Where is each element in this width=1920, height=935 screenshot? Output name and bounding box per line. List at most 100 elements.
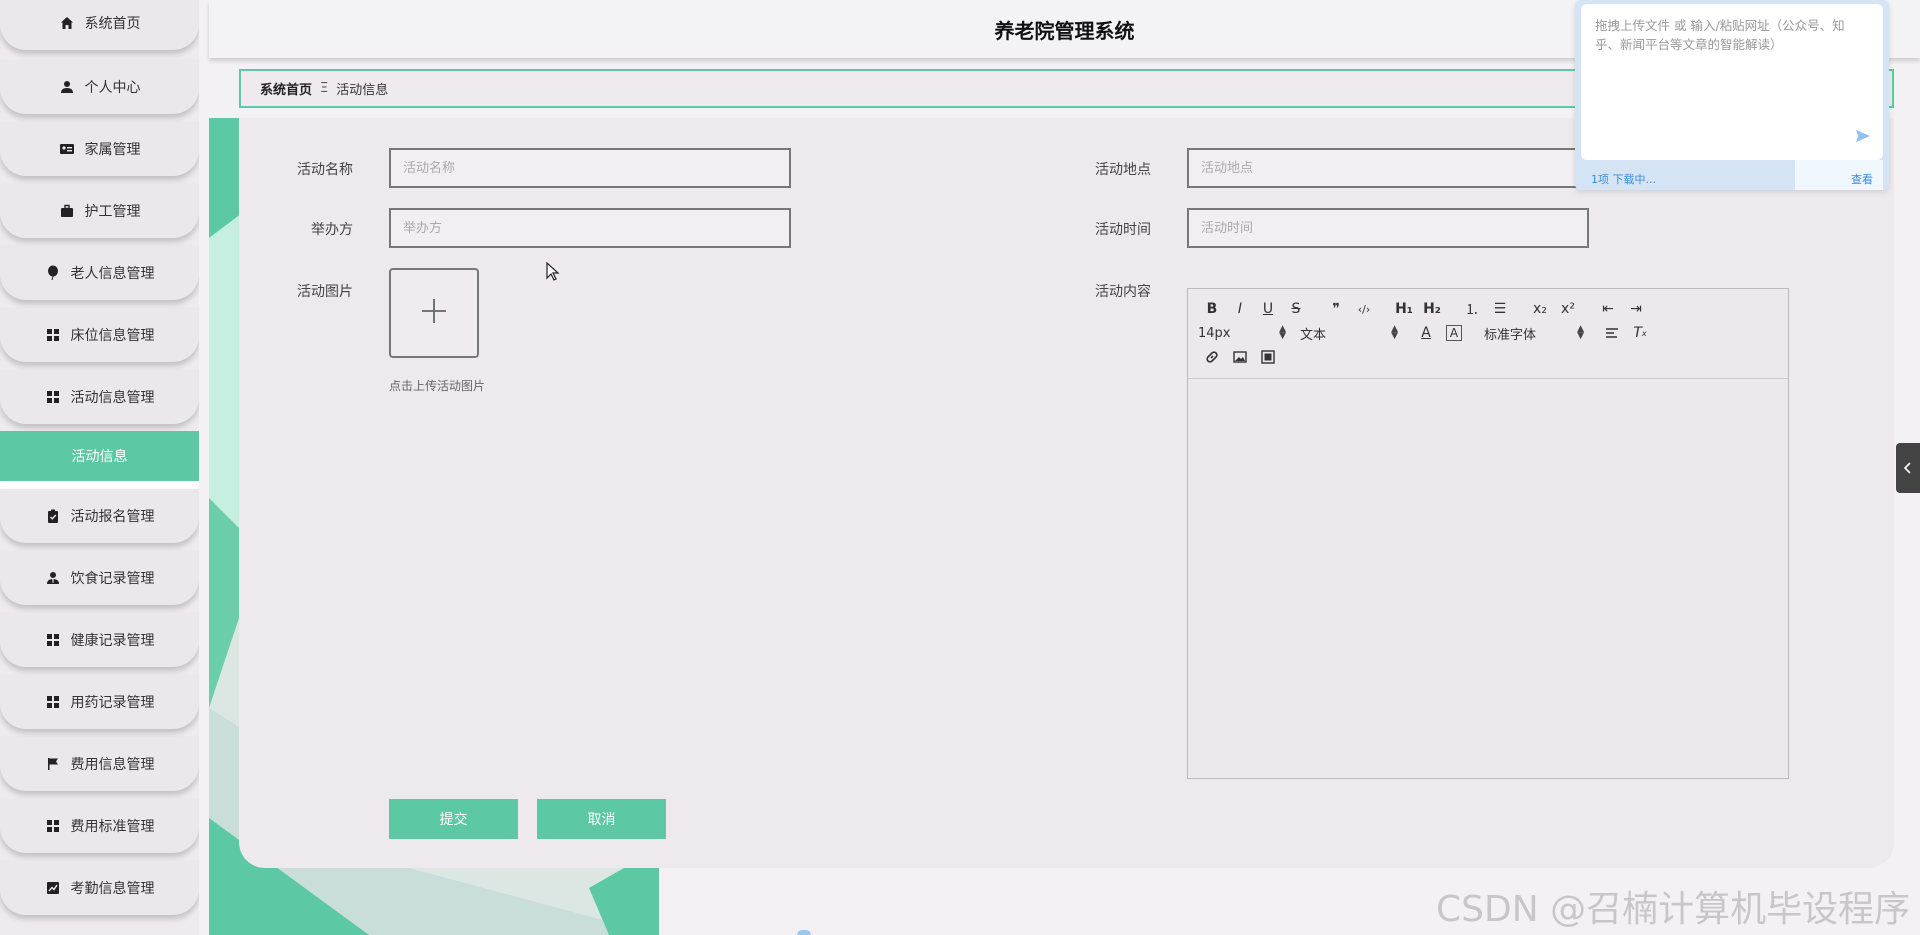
underline-icon[interactable]: U bbox=[1254, 298, 1282, 320]
sidebar-item-label: 用药记录管理 bbox=[70, 695, 155, 711]
image-icon[interactable] bbox=[1226, 346, 1254, 368]
sidebar-item-label: 健康记录管理 bbox=[70, 633, 155, 649]
link-icon[interactable] bbox=[1198, 346, 1226, 368]
ordered-list-icon[interactable]: ⒈ bbox=[1458, 298, 1486, 320]
background-color-icon[interactable]: A bbox=[1446, 325, 1462, 341]
sidebar: 系统首页 个人中心 家属管理 护工管理 老人信息管理 床位信息管理 活动信息管理… bbox=[0, 0, 199, 935]
heading-2-icon[interactable]: H₂ bbox=[1418, 298, 1446, 320]
activity-name-input[interactable] bbox=[389, 148, 791, 188]
activity-location-input[interactable] bbox=[1187, 148, 1589, 188]
sidebar-subitem-label: 活动信息 bbox=[71, 449, 128, 465]
font-color-icon[interactable]: A bbox=[1412, 322, 1440, 344]
chart-line-icon bbox=[45, 880, 61, 896]
sidebar-item-label: 考勤信息管理 bbox=[70, 881, 155, 897]
activity-image-label: 活动图片 bbox=[297, 284, 353, 300]
user-icon bbox=[59, 79, 75, 95]
sidebar-item-registration[interactable]: 活动报名管理 bbox=[0, 489, 199, 543]
toolbar-row-format: B I U S ❞ ‹/› H₁ H₂ ⒈ ☰ x₂ x² ⇤ ⇥ bbox=[1198, 297, 1778, 321]
font-size-select[interactable]: 14px ▲ ▼ bbox=[1198, 324, 1286, 341]
sidebar-item-home[interactable]: 系统首页 bbox=[0, 0, 199, 50]
briefcase-icon bbox=[59, 203, 75, 219]
view-link[interactable]: 查看 bbox=[1851, 171, 1873, 187]
breadcrumb-home[interactable]: 系统首页 bbox=[260, 79, 312, 98]
sidebar-item-medication[interactable]: 用药记录管理 bbox=[0, 675, 199, 729]
breadcrumb-current: 活动信息 bbox=[336, 83, 389, 98]
clipboard-check-icon bbox=[45, 508, 61, 524]
bullet-list-icon[interactable]: ☰ bbox=[1486, 298, 1514, 320]
sidebar-item-fee-standards[interactable]: 费用标准管理 bbox=[0, 799, 199, 853]
italic-icon[interactable]: I bbox=[1226, 298, 1254, 320]
popup-input-box[interactable]: 拖拽上传文件 或 输入/粘贴网址（公众号、知乎、新闻平台等文章的智能解读） bbox=[1581, 4, 1883, 160]
strike-icon[interactable]: S bbox=[1282, 298, 1310, 320]
upload-hint: 点击上传活动图片 bbox=[389, 379, 486, 393]
select-arrows-icon: ▲ ▼ bbox=[1577, 324, 1584, 341]
sidebar-item-caregiver[interactable]: 护工管理 bbox=[0, 184, 199, 238]
flag-icon bbox=[45, 756, 61, 772]
indent-icon[interactable]: ⇥ bbox=[1622, 298, 1650, 320]
cancel-button[interactable]: 取消 bbox=[537, 799, 666, 839]
sidebar-item-label: 老人信息管理 bbox=[70, 266, 155, 282]
collapse-tab[interactable] bbox=[1896, 443, 1920, 493]
sidebar-item-label: 系统首页 bbox=[84, 16, 141, 32]
bold-icon[interactable]: B bbox=[1198, 298, 1226, 320]
outdent-icon[interactable]: ⇤ bbox=[1594, 298, 1622, 320]
font-family-value: 标准字体 bbox=[1484, 327, 1537, 343]
sidebar-item-health[interactable]: 健康记录管理 bbox=[0, 613, 199, 667]
app-root: 系统首页 个人中心 家属管理 护工管理 老人信息管理 床位信息管理 活动信息管理… bbox=[0, 0, 1920, 935]
sidebar-item-label: 家属管理 bbox=[84, 142, 141, 158]
home-icon bbox=[59, 15, 75, 31]
editor-toolbar: B I U S ❞ ‹/› H₁ H₂ ⒈ ☰ x₂ x² ⇤ ⇥ 14px ▲ ▼ 文本 ▲ ▼ A A 标… bbox=[1188, 289, 1788, 379]
editor-content-area[interactable] bbox=[1188, 379, 1788, 778]
header-select[interactable]: 文本 ▲ ▼ bbox=[1300, 324, 1398, 343]
superscript-icon[interactable]: x² bbox=[1554, 298, 1582, 320]
organizer-label: 举办方 bbox=[311, 222, 353, 238]
sidebar-item-label: 护工管理 bbox=[84, 204, 141, 220]
send-icon[interactable] bbox=[1855, 129, 1871, 148]
plus-icon bbox=[420, 297, 448, 329]
sidebar-item-diet[interactable]: 饮食记录管理 bbox=[0, 551, 199, 605]
select-arrows-icon: ▲ ▼ bbox=[1279, 324, 1286, 341]
font-family-select[interactable]: 标准字体 ▲ ▼ bbox=[1484, 324, 1584, 343]
header-value: 文本 bbox=[1300, 327, 1327, 343]
sidebar-divider bbox=[0, 481, 199, 489]
code-block-icon[interactable]: ‹/› bbox=[1350, 298, 1378, 320]
image-upload-button[interactable] bbox=[389, 268, 479, 358]
sidebar-item-label: 床位信息管理 bbox=[70, 328, 155, 344]
heading-1-icon[interactable]: H₁ bbox=[1390, 298, 1418, 320]
sidebar-item-label: 活动报名管理 bbox=[70, 509, 155, 525]
sidebar-subitem-activity-info[interactable]: 活动信息 bbox=[0, 431, 199, 481]
id-card-icon bbox=[59, 141, 75, 157]
toolbar-row-selects: 14px ▲ ▼ 文本 ▲ ▼ A A 标准字体 ▲ ▼ Tx bbox=[1198, 321, 1778, 345]
balloon-icon bbox=[45, 265, 61, 281]
align-icon[interactable] bbox=[1598, 322, 1626, 344]
sidebar-item-label: 费用标准管理 bbox=[70, 819, 155, 835]
sidebar-item-elderly[interactable]: 老人信息管理 bbox=[0, 246, 199, 300]
sidebar-item-label: 活动信息管理 bbox=[70, 390, 155, 406]
sidebar-item-family[interactable]: 家属管理 bbox=[0, 122, 199, 176]
sidebar-item-attendance[interactable]: 考勤信息管理 bbox=[0, 861, 199, 915]
organizer-input[interactable] bbox=[389, 208, 791, 248]
rich-text-editor: B I U S ❞ ‹/› H₁ H₂ ⒈ ☰ x₂ x² ⇤ ⇥ 14px ▲ ▼ 文本 ▲ ▼ A A 标… bbox=[1187, 288, 1789, 779]
grid-icon bbox=[45, 632, 61, 648]
sidebar-item-fees[interactable]: 费用信息管理 bbox=[0, 737, 199, 791]
activity-content-label: 活动内容 bbox=[1095, 284, 1151, 300]
clear-format-icon[interactable]: Tx bbox=[1626, 322, 1654, 344]
upload-popup: 拖拽上传文件 或 输入/粘贴网址（公众号、知乎、新闻平台等文章的智能解读） 1项… bbox=[1575, 0, 1889, 190]
toolbar-row-media bbox=[1198, 345, 1778, 369]
chevron-left-icon bbox=[1903, 459, 1912, 478]
submit-button[interactable]: 提交 bbox=[389, 799, 518, 839]
sidebar-item-activities[interactable]: 活动信息管理 bbox=[0, 370, 199, 424]
video-icon[interactable] bbox=[1254, 346, 1282, 368]
sidebar-item-profile[interactable]: 个人中心 bbox=[0, 60, 199, 114]
sidebar-item-label: 饮食记录管理 bbox=[70, 571, 155, 587]
mouse-cursor-icon bbox=[546, 261, 560, 286]
watermark: CSDN @召楠计算机毕设程序 bbox=[1436, 889, 1911, 930]
activity-location-label: 活动地点 bbox=[1095, 162, 1151, 178]
sidebar-item-beds[interactable]: 床位信息管理 bbox=[0, 308, 199, 362]
user-tie-icon bbox=[45, 570, 61, 586]
select-arrows-icon: ▲ ▼ bbox=[1391, 324, 1398, 341]
blockquote-icon[interactable]: ❞ bbox=[1322, 298, 1350, 320]
subscript-icon[interactable]: x₂ bbox=[1526, 298, 1554, 320]
activity-name-label: 活动名称 bbox=[297, 162, 353, 178]
activity-time-input[interactable] bbox=[1187, 208, 1589, 248]
